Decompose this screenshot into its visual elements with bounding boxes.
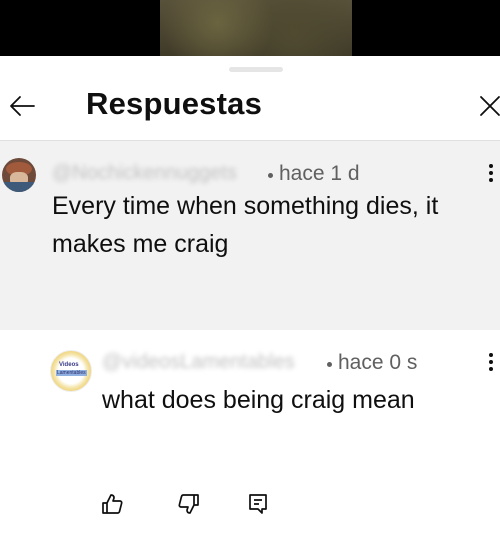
- arrow-left-icon: [10, 96, 35, 116]
- thumb-down-icon: [178, 494, 199, 514]
- avatar[interactable]: [2, 158, 36, 192]
- close-icon: [480, 96, 500, 116]
- comment-line: makes me craig: [52, 230, 229, 258]
- back-button[interactable]: [4, 88, 40, 124]
- comment-author[interactable]: @videosLamentables: [102, 351, 295, 374]
- like-button[interactable]: [98, 490, 126, 518]
- avatar-label: Videos: [59, 362, 79, 368]
- comment-timestamp: hace 0 s: [338, 351, 418, 374]
- comment-line: Every time when something dies, it: [52, 192, 439, 220]
- reply-button[interactable]: [244, 490, 272, 518]
- comment-timestamp: hace 1 d: [279, 162, 360, 185]
- more-vert-icon[interactable]: [481, 350, 500, 374]
- meta-separator-dot: [268, 173, 273, 178]
- reply-comment-icon: [249, 494, 267, 514]
- avatar[interactable]: Videos Lamentables: [50, 350, 92, 392]
- reply-comment: Videos Lamentables @videosLamentables ha…: [0, 330, 500, 556]
- comment-body: what does being craig mean: [102, 381, 415, 419]
- dislike-button[interactable]: [175, 490, 203, 518]
- avatar-label: Lamentables: [56, 370, 87, 376]
- video-frame[interactable]: [160, 0, 352, 56]
- replies-header: Respuestas: [0, 78, 500, 140]
- comment-body: Every time when something dies, it makes…: [52, 187, 438, 263]
- video-player-strip[interactable]: [0, 0, 500, 56]
- thumb-up-icon: [102, 494, 123, 514]
- more-vert-icon[interactable]: [481, 161, 500, 185]
- page-title: Respuestas: [86, 86, 263, 121]
- meta-separator-dot: [327, 362, 332, 367]
- replies-sheet: Respuestas @Nochickennuggets hace 1 d Ev…: [0, 56, 500, 556]
- close-button[interactable]: [472, 88, 500, 124]
- drag-handle[interactable]: [229, 67, 283, 72]
- comment-line: what does being craig mean: [102, 386, 415, 414]
- comment-author[interactable]: @Nochickennuggets: [52, 162, 237, 185]
- parent-comment: @Nochickennuggets hace 1 d Every time wh…: [0, 141, 500, 362]
